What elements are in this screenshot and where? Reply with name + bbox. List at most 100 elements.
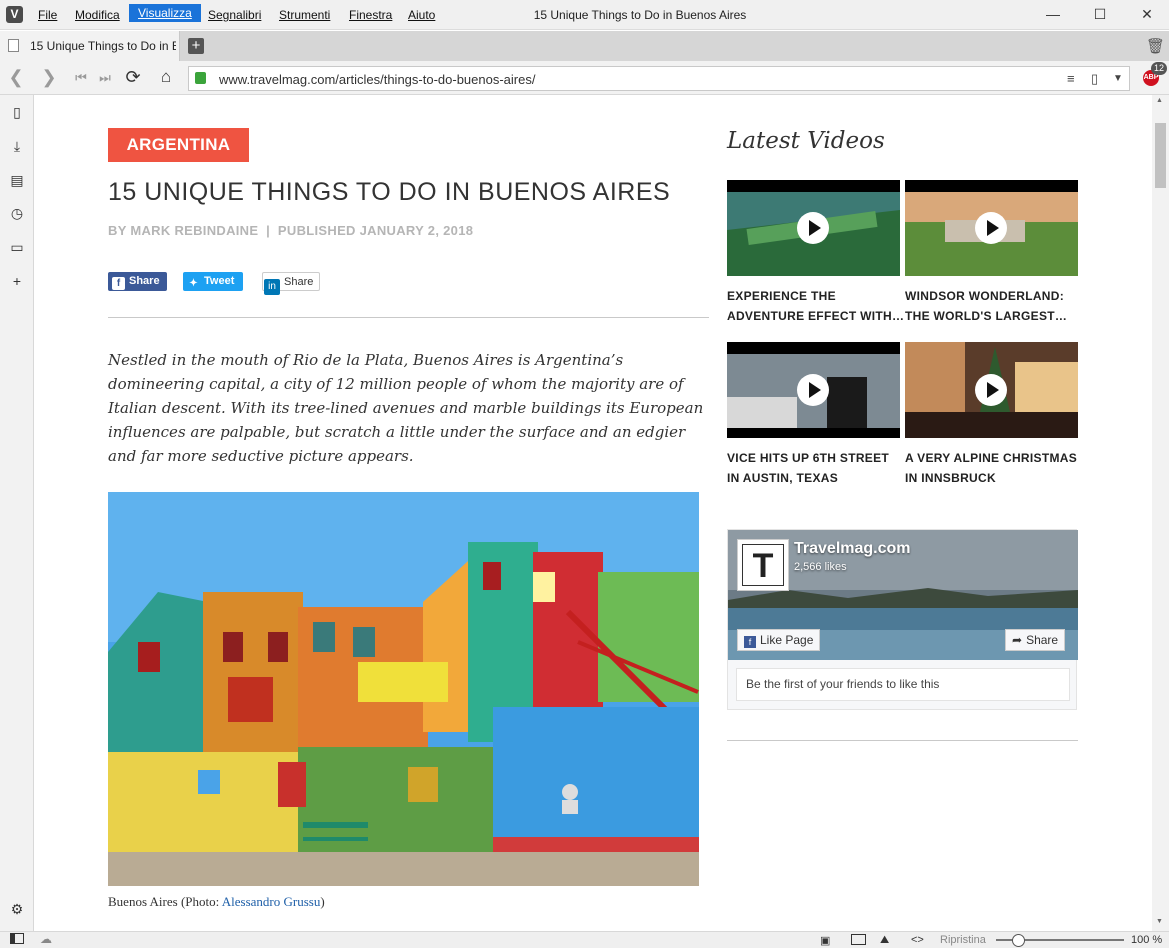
forward-icon[interactable]: ❯ — [38, 67, 60, 88]
video-title-line[interactable]: ADVENTURE EFFECT WITH… — [727, 306, 903, 326]
facebook-friends-text: Be the first of your friends to like thi… — [736, 668, 1070, 701]
video-thumbnail[interactable] — [905, 342, 1078, 438]
facebook-cover-image[interactable]: T Travelmag.com 2,566 likes f Like Page ➦… — [728, 530, 1078, 660]
menu-strumenti[interactable]: Strumenti — [279, 6, 330, 24]
back-icon[interactable]: ❮ — [5, 67, 27, 88]
menu-aiuto[interactable]: Aiuto — [408, 6, 435, 24]
facebook-page-name[interactable]: Travelmag.com — [794, 540, 911, 558]
menu-file[interactable]: File — [38, 6, 57, 24]
twitter-icon: ✦ — [189, 278, 198, 289]
close-icon[interactable]: ✕ — [1132, 4, 1162, 24]
facebook-share-label: Share — [129, 275, 160, 287]
status-bar: ☁ ▣ ⛰ <> Ripristina 100 % — [0, 931, 1169, 948]
address-bar[interactable]: www.travelmag.com/articles/things-to-do-… — [188, 66, 1130, 91]
article-intro: Nestled in the mouth of Rio de la Plata,… — [108, 351, 704, 465]
tab-title: 15 Unique Things to Do in Buenos Aires — [30, 39, 176, 53]
facebook-likes-count: 2,566 likes — [794, 561, 847, 573]
reader-view-icon[interactable]: ≡ — [1067, 71, 1075, 86]
video-title-line[interactable]: THE WORLD'S LARGEST… — [905, 306, 1081, 326]
settings-icon[interactable]: ⚙ — [9, 901, 25, 917]
rewind-icon[interactable]: ⏮ — [70, 70, 92, 86]
play-icon[interactable] — [797, 374, 829, 406]
side-panel: ▯ ⤓ ▤ ◷ ▭ + ⚙ — [0, 95, 34, 931]
notes-panel-icon[interactable]: ▤ — [9, 172, 25, 188]
article-photo — [108, 492, 699, 886]
page-actions-icon[interactable]: <> — [911, 934, 924, 946]
tab-active[interactable]: 15 Unique Things to Do in Buenos Aires — [0, 31, 180, 61]
article-headline: 15 UNIQUE THINGS TO DO IN BUENOS AIRES — [108, 178, 671, 206]
video-title-line[interactable]: IN AUSTIN, TEXAS — [727, 468, 903, 488]
lock-icon — [195, 72, 206, 84]
navigation-bar: ❮ ❯ ⏮ ⏭ ⟳ ⌂ www.travelmag.com/articles/t… — [0, 61, 1169, 95]
scrollbar-thumb[interactable] — [1155, 123, 1166, 188]
share-page-label: Share — [1026, 633, 1059, 647]
vertical-scrollbar[interactable]: ▲ ▼ — [1152, 95, 1169, 931]
menu-finestra[interactable]: Finestra — [349, 6, 392, 24]
zoom-slider-knob[interactable] — [1012, 934, 1025, 947]
facebook-page-widget: T Travelmag.com 2,566 likes f Like Page ➦… — [727, 529, 1078, 710]
linkedin-icon: in — [264, 279, 280, 295]
window-title: 15 Unique Things to Do in Buenos Aires — [533, 8, 747, 22]
trash-icon[interactable]: 🗑 — [1146, 37, 1165, 55]
scroll-down-icon[interactable]: ▼ — [1156, 918, 1163, 925]
video-thumbnail[interactable] — [727, 180, 900, 276]
tab-bar: 15 Unique Things to Do in Buenos Aires +… — [0, 31, 1169, 61]
new-tab-icon[interactable]: + — [188, 38, 204, 54]
photo-caption: Buenos Aires (Photo: Alessandro Grussu) — [108, 894, 325, 910]
like-page-button[interactable]: f Like Page — [737, 629, 821, 651]
cloud-sync-icon[interactable]: ☁ — [40, 932, 52, 946]
latest-videos-heading: Latest Videos — [727, 128, 885, 154]
page-tiling-icon[interactable] — [851, 934, 866, 945]
add-panel-icon[interactable]: + — [9, 273, 25, 289]
maximize-icon[interactable]: ☐ — [1085, 4, 1115, 24]
bookmark-icon[interactable]: ▯ — [1091, 71, 1098, 87]
video-title-line[interactable]: A VERY ALPINE CHRISTMAS — [905, 448, 1081, 468]
vivaldi-menu-icon[interactable]: V — [6, 6, 23, 23]
panel-toggle-icon[interactable] — [10, 933, 24, 944]
menu-visualizza[interactable]: Visualizza — [129, 4, 201, 22]
facebook-share-page-button[interactable]: ➦ Share — [1005, 629, 1066, 651]
caption-text: Buenos Aires (Photo: — [108, 894, 222, 909]
fast-forward-icon[interactable]: ⏭ — [94, 70, 116, 86]
divider — [727, 740, 1078, 741]
travelmag-logo[interactable]: T — [737, 539, 789, 591]
chevron-down-icon[interactable]: ▼ — [1113, 73, 1123, 84]
linkedin-share-button[interactable]: in Share — [262, 272, 320, 295]
video-title-line[interactable]: VICE HITS UP 6TH STREET — [727, 448, 903, 468]
reload-icon[interactable]: ⟳ — [122, 67, 144, 88]
play-icon[interactable] — [797, 212, 829, 244]
facebook-icon: f — [112, 277, 125, 290]
home-icon[interactable]: ⌂ — [155, 67, 177, 87]
bookmarks-panel-icon[interactable]: ▯ — [9, 104, 25, 120]
article-byline: BY MARK REBINDAINE | PUBLISHED JANUARY 2… — [108, 223, 474, 238]
minimize-icon[interactable]: — — [1038, 4, 1068, 24]
video-thumbnail[interactable] — [905, 180, 1078, 276]
caption-close: ) — [320, 894, 325, 909]
play-icon[interactable] — [975, 212, 1007, 244]
facebook-share-button[interactable]: f Share — [108, 272, 167, 291]
video-title-line[interactable]: EXPERIENCE THE — [727, 286, 903, 306]
menu-segnalibri[interactable]: Segnalibri — [208, 6, 261, 24]
adblock-count-badge: 12 — [1151, 62, 1168, 75]
video-thumbnail[interactable] — [727, 342, 900, 438]
images-icon[interactable]: ⛰ — [880, 934, 889, 947]
url-text[interactable]: www.travelmag.com/articles/things-to-do-… — [219, 72, 535, 87]
photographer-link[interactable]: Alessandro Grussu — [222, 894, 321, 909]
category-badge[interactable]: ARGENTINA — [108, 128, 249, 162]
facebook-icon: f — [744, 636, 756, 648]
history-panel-icon[interactable]: ◷ — [9, 205, 25, 221]
twitter-share-button[interactable]: ✦ Tweet — [183, 272, 243, 291]
share-arrow-icon: ➦ — [1012, 633, 1023, 647]
play-icon[interactable] — [975, 374, 1007, 406]
zoom-level: 100 % — [1131, 934, 1163, 946]
scroll-up-icon[interactable]: ▲ — [1156, 97, 1163, 104]
zoom-reset-label[interactable]: Ripristina — [940, 934, 986, 946]
logo-letter: T — [742, 544, 784, 586]
downloads-panel-icon[interactable]: ⤓ — [9, 138, 25, 154]
screenshot-icon[interactable]: ▣ — [820, 934, 830, 947]
window-panel-icon[interactable]: ▭ — [9, 239, 25, 255]
title-bar: V File Modifica Visualizza Segnalibri St… — [0, 0, 1169, 30]
video-title-line[interactable]: WINDSOR WONDERLAND: — [905, 286, 1081, 306]
menu-modifica[interactable]: Modifica — [75, 6, 120, 24]
video-title-line[interactable]: IN INNSBRUCK — [905, 468, 1081, 488]
